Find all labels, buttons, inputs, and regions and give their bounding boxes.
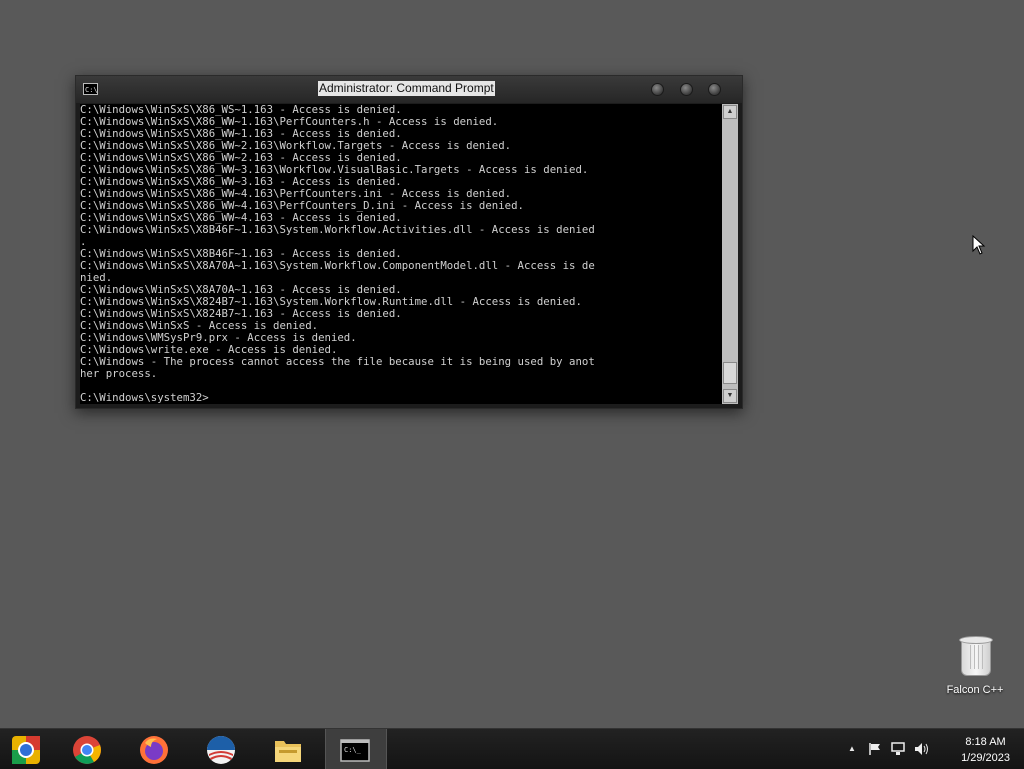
console-text: C:\Windows\WinSxS\X86_WS~1.163 - Access … (80, 104, 595, 404)
clock-date: 1/29/2023 (961, 752, 1010, 764)
console-output[interactable]: C:\Windows\WinSxS\X86_WS~1.163 - Access … (80, 104, 722, 404)
chrome-alt-icon (12, 736, 40, 764)
scroll-down-button[interactable]: ▼ (723, 389, 737, 403)
taskbar-chrome-alt[interactable] (0, 729, 57, 769)
system-tray: ▲ 8:18 AM 1/29/2023 (834, 729, 1024, 769)
taskbar-command-prompt[interactable]: C:\_ (325, 729, 387, 769)
recycle-bin[interactable]: Falcon C++ (940, 632, 1010, 696)
minimize-button[interactable] (651, 83, 664, 96)
recycle-bin-icon (958, 634, 993, 676)
console-icon: C:\_ (340, 739, 370, 762)
action-center-flag-icon[interactable] (868, 742, 882, 759)
volume-icon[interactable] (914, 742, 930, 759)
taskbar-chrome[interactable] (58, 729, 118, 769)
taskbar-obama-logo[interactable] (192, 729, 252, 769)
taskbar-file-explorer[interactable] (259, 729, 319, 769)
clock[interactable]: 8:18 AM 1/29/2023 (961, 734, 1010, 766)
chrome-icon (73, 736, 101, 764)
scroll-up-button[interactable]: ▲ (723, 105, 737, 119)
scroll-thumb[interactable] (723, 362, 737, 384)
taskbar: C:\_ ▲ 8:18 AM 1/29/2023 (0, 728, 1024, 769)
taskbar-firefox[interactable] (125, 729, 185, 769)
show-hidden-icons-button[interactable]: ▲ (848, 742, 856, 756)
firefox-icon (140, 736, 168, 764)
folder-icon (275, 741, 301, 762)
console-icon: C:\ (83, 83, 98, 95)
window-title: Administrator: Command Prompt (318, 81, 495, 96)
vertical-scrollbar[interactable]: ▲ ▼ (722, 104, 738, 404)
desktop: C:\ Administrator: Command Prompt C:\Win… (0, 0, 1024, 728)
title-bar[interactable]: C:\ Administrator: Command Prompt (76, 76, 742, 103)
recycle-bin-label: Falcon C++ (946, 684, 1004, 696)
clock-time: 8:18 AM (965, 736, 1006, 748)
close-button[interactable] (708, 83, 721, 96)
circle-logo-icon (207, 736, 235, 764)
svg-text:C:\_: C:\_ (344, 746, 362, 754)
command-prompt-window[interactable]: C:\ Administrator: Command Prompt C:\Win… (75, 75, 743, 409)
maximize-button[interactable] (680, 83, 693, 96)
network-icon[interactable] (891, 742, 907, 759)
